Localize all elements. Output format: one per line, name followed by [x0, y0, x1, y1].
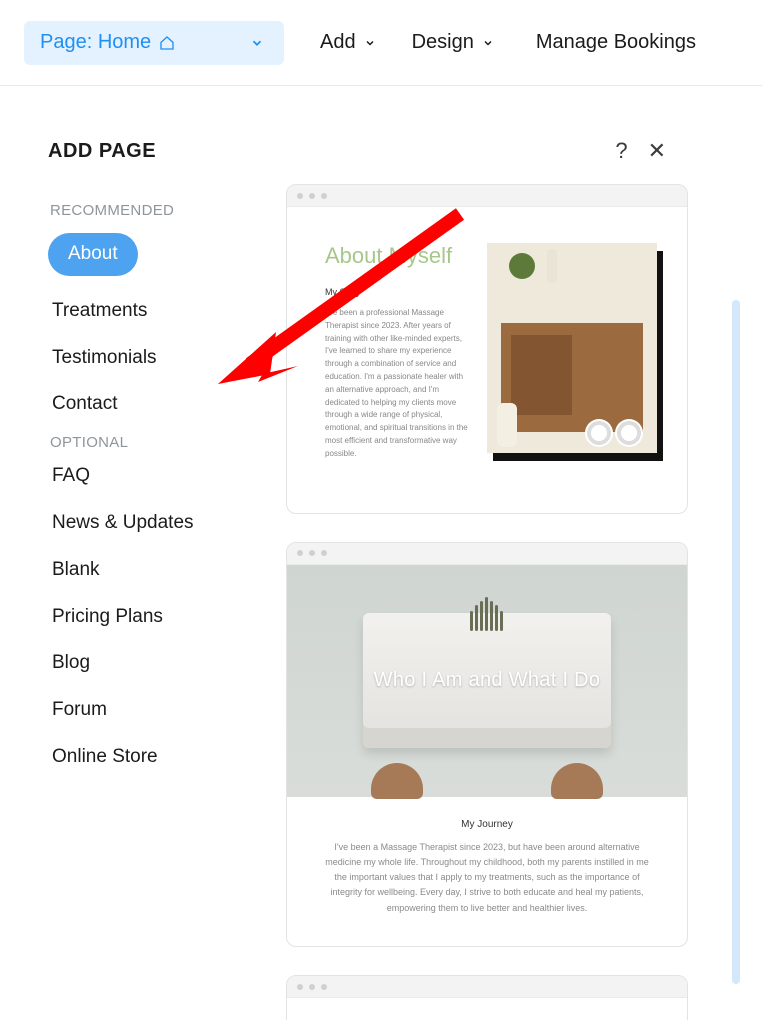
preview-body: I've been a professional Massage Therapi…: [325, 307, 471, 461]
design-menu[interactable]: Design: [412, 31, 494, 54]
help-icon[interactable]: ?: [615, 138, 627, 164]
template-card[interactable]: About Me My Dreams and Aspirations I'm a…: [286, 975, 688, 1020]
sidebar-item-label: Testimonials: [52, 347, 157, 368]
sidebar-item-forum[interactable]: Forum: [48, 699, 258, 722]
panel-title: ADD PAGE: [48, 140, 156, 163]
sidebar-item-pricing[interactable]: Pricing Plans: [48, 606, 258, 629]
sidebar-item-faq[interactable]: FAQ: [48, 465, 258, 488]
sidebar-item-label: Blank: [52, 559, 100, 580]
sidebar-item-about[interactable]: About: [48, 233, 138, 276]
sidebar-item-label: Contact: [52, 393, 117, 414]
preview-image: [487, 243, 657, 453]
template-card[interactable]: Who I Am and What I Do My Journey I've b…: [286, 542, 688, 947]
sidebar-item-label: Pricing Plans: [52, 606, 163, 627]
sidebar-item-label: Blog: [52, 652, 90, 673]
preview-hero: Who I Am and What I Do: [287, 565, 687, 797]
sidebar-item-blank[interactable]: Blank: [48, 559, 258, 582]
section-label-recommended: RECOMMENDED: [50, 202, 258, 219]
browser-chrome: [287, 185, 687, 207]
page-selector[interactable]: Page: Home: [24, 21, 284, 65]
scrollbar[interactable]: [732, 300, 740, 984]
design-label: Design: [412, 31, 474, 54]
preview-body: I've been a Massage Therapist since 2023…: [323, 840, 651, 916]
template-previews: About Myself My Story I've been a profes…: [286, 184, 738, 1020]
sidebar-item-testimonials[interactable]: Testimonials: [48, 347, 258, 370]
add-page-panel: ADD PAGE ? ✕ RECOMMENDED About Treatment…: [0, 86, 762, 1024]
sidebar-item-label: About: [68, 243, 118, 264]
browser-chrome: [287, 543, 687, 565]
sidebar-item-blog[interactable]: Blog: [48, 652, 258, 675]
add-menu[interactable]: Add: [320, 31, 376, 54]
preview-title: About Myself: [325, 243, 471, 269]
chevron-down-icon: [482, 37, 494, 49]
sidebar: RECOMMENDED About Treatments Testimonial…: [48, 184, 258, 1020]
preview-hero-title: Who I Am and What I Do: [374, 669, 601, 692]
chevron-down-icon: [364, 37, 376, 49]
preview-subtitle: My Story: [325, 287, 471, 297]
sidebar-item-label: Treatments: [52, 300, 147, 321]
close-icon[interactable]: ✕: [648, 138, 666, 164]
sidebar-item-store[interactable]: Online Store: [48, 746, 258, 769]
template-card[interactable]: About Myself My Story I've been a profes…: [286, 184, 688, 514]
page-selector-label: Page: Home: [40, 31, 151, 54]
top-bar: Page: Home Add Design Manage Bookings: [0, 0, 762, 86]
manage-bookings[interactable]: Manage Bookings: [536, 31, 696, 54]
sidebar-item-contact[interactable]: Contact: [48, 393, 258, 416]
manage-label: Manage Bookings: [536, 31, 696, 54]
sidebar-item-label: Online Store: [52, 746, 158, 767]
add-label: Add: [320, 31, 356, 54]
browser-chrome: [287, 976, 687, 998]
sidebar-item-label: Forum: [52, 699, 107, 720]
sidebar-item-label: FAQ: [52, 465, 90, 486]
sidebar-item-label: News & Updates: [52, 512, 194, 533]
sidebar-item-treatments[interactable]: Treatments: [48, 300, 258, 323]
sidebar-item-news[interactable]: News & Updates: [48, 512, 258, 535]
section-label-optional: OPTIONAL: [50, 434, 258, 451]
preview-subtitle: My Journey: [323, 819, 651, 830]
home-icon: [159, 35, 175, 51]
chevron-down-icon: [250, 36, 264, 50]
